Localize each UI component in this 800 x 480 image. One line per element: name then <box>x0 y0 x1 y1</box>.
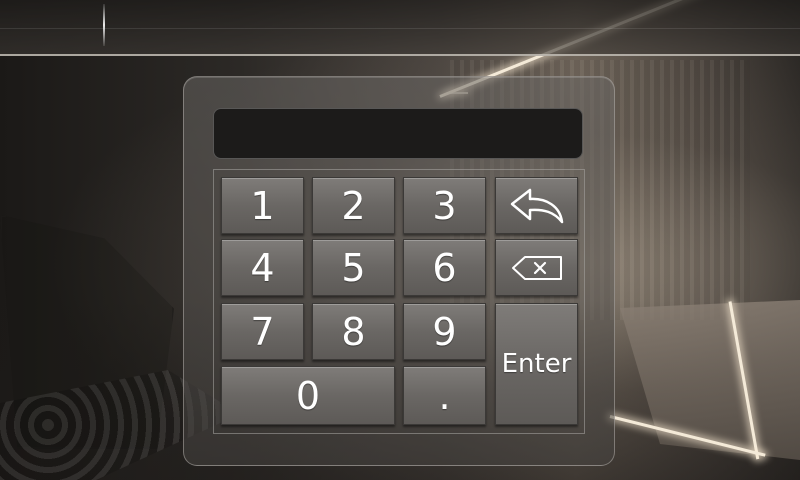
key-grid: 1 2 3 4 5 6 7 8 9 Enter 0 . <box>213 169 585 434</box>
backspace-icon <box>511 255 563 281</box>
key-decimal[interactable]: . <box>403 366 486 425</box>
key-9[interactable]: 9 <box>403 303 486 360</box>
keypad-panel: 1 2 3 4 5 6 7 8 9 Enter 0 . <box>183 76 615 466</box>
back-arrow-icon <box>508 186 566 226</box>
key-1[interactable]: 1 <box>221 177 304 234</box>
key-0[interactable]: 0 <box>221 366 395 425</box>
top-bar-divider <box>0 28 800 29</box>
enter-button[interactable]: Enter <box>495 303 578 425</box>
delete-button[interactable] <box>495 239 578 296</box>
key-8[interactable]: 8 <box>312 303 395 360</box>
top-bar-marker <box>103 4 105 46</box>
top-bar <box>0 0 800 56</box>
key-7[interactable]: 7 <box>221 303 304 360</box>
keypad-display <box>213 108 583 159</box>
key-4[interactable]: 4 <box>221 239 304 296</box>
key-3[interactable]: 3 <box>403 177 486 234</box>
key-6[interactable]: 6 <box>403 239 486 296</box>
key-5[interactable]: 5 <box>312 239 395 296</box>
back-button[interactable] <box>495 177 578 234</box>
key-2[interactable]: 2 <box>312 177 395 234</box>
